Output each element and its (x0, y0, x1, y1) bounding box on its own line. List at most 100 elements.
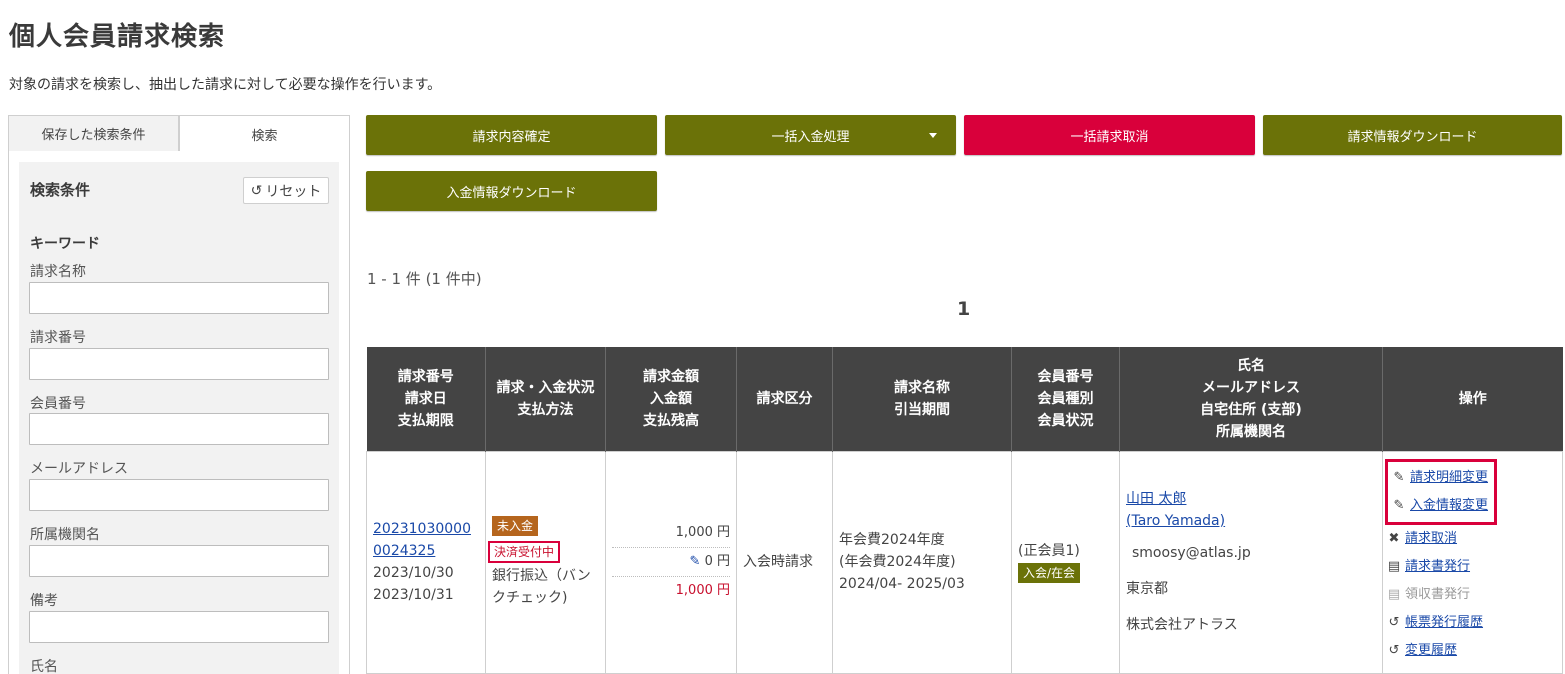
member-type: (正会員1) (1018, 543, 1080, 559)
field-label-name: 氏名 (30, 659, 58, 674)
tab-saved-conditions[interactable]: 保存した検索条件 (8, 115, 179, 152)
bulk-cancel-button[interactable]: 一括請求取消 (964, 115, 1255, 155)
invoice-category: 入会時請求 (743, 554, 813, 570)
header-text: 支払期限 (397, 412, 454, 429)
invoice-number-part2: 0024325 (373, 543, 436, 559)
header-text: メールアドレス (1202, 379, 1300, 396)
field-label-invoice-number: 請求番号 (30, 330, 86, 346)
header-text: 請求名称 (894, 379, 950, 396)
page-title: 個人会員請求検索 (9, 22, 226, 52)
organization-input[interactable] (29, 545, 329, 577)
settlement-status-badge: 決済受付中 (488, 541, 561, 563)
op-change-history[interactable]: ↺ 変更履歴 (1387, 637, 1556, 665)
bulk-payment-label: 一括入金処理 (771, 129, 850, 145)
table-header-row: 請求番号 請求日 支払期限 請求・入金状況 支払方法 請求金額 入金額 支払残高… (366, 347, 1563, 451)
op-label[interactable]: 変更履歴 (1405, 640, 1457, 662)
member-number-input[interactable] (29, 413, 329, 445)
page-description: 対象の請求を検索し、抽出した請求に対して必要な操作を行います。 (9, 77, 442, 93)
header-member: 会員番号 会員種別 会員状況 (1011, 347, 1120, 451)
header-status: 請求・入金状況 支払方法 (485, 347, 606, 451)
cell-status: 未入金 決済受付中 銀行振込（バンクチェック) (485, 450, 606, 674)
field-label-member-number: 会員番号 (30, 396, 86, 412)
history-icon: ↺ (1388, 615, 1400, 630)
op-label[interactable]: 請求書発行 (1405, 556, 1470, 578)
highlight-box: ✎ 請求明細変更 ✎ 入金情報変更 (1385, 459, 1498, 525)
op-issue-invoice[interactable]: ▤ 請求書発行 (1387, 553, 1556, 581)
cell-invoice-name: 年会費2024年度 (年会費2024年度) 2024/04- 2025/03 (832, 450, 1012, 674)
header-text: 支払残高 (643, 412, 699, 429)
results-table: 請求番号 請求日 支払期限 請求・入金状況 支払方法 請求金額 入金額 支払残高… (366, 347, 1563, 674)
search-conditions-heading: 検索条件 (30, 181, 91, 199)
cell-category: 入会時請求 (736, 450, 833, 674)
person-name-link[interactable]: 山田 太郎 (Taro Yamada) (1126, 488, 1376, 532)
op-label[interactable]: 帳票発行履歴 (1405, 612, 1483, 634)
header-text: 入金額 (650, 390, 692, 407)
cell-amounts: 1,000 円 ✎ 0 円 1,000 円 (605, 450, 737, 674)
header-text: 操作 (1458, 390, 1487, 407)
pencil-icon: ✎ (1393, 470, 1405, 485)
cell-person: 山田 太郎 (Taro Yamada) smoosy@atlas.jp 東京都 … (1119, 450, 1383, 674)
member-status-badge: 入会/在会 (1018, 563, 1081, 583)
header-text: 会員番号 (1037, 368, 1094, 385)
caret-down-icon (929, 133, 937, 138)
x-icon: ✖ (1388, 531, 1400, 546)
op-label[interactable]: 請求明細変更 (1410, 467, 1488, 489)
reset-label: リセット (265, 183, 322, 200)
person-name: 山田 太郎 (1126, 491, 1187, 507)
invoice-download-button[interactable]: 請求情報ダウンロード (1263, 115, 1562, 155)
invoice-name: 年会費2024年度 (839, 532, 945, 548)
cell-member: (正会員1) 入会/在会 (1011, 450, 1120, 674)
field-label-remarks: 備考 (30, 593, 58, 609)
amount-billed: 1,000 円 (612, 519, 730, 548)
allocation-period: 2024/04- 2025/03 (839, 576, 965, 592)
invoice-number-link[interactable]: 20231030000 0024325 (373, 521, 471, 559)
payment-download-button[interactable]: 入金情報ダウンロード (366, 171, 657, 211)
field-label-organization: 所属機関名 (30, 527, 100, 543)
pagination-current-page[interactable]: 1 (957, 298, 970, 320)
header-text: 請求区分 (756, 390, 813, 407)
invoice-name-sub: (年会費2024年度) (839, 554, 956, 570)
op-edit-payment-info[interactable]: ✎ 入金情報変更 (1392, 492, 1488, 520)
result-count: 1 - 1 件 (1 件中) (367, 270, 482, 288)
invoice-number-input[interactable] (29, 348, 329, 380)
op-document-history[interactable]: ↺ 帳票発行履歴 (1387, 609, 1556, 637)
person-name-en: (Taro Yamada) (1126, 513, 1226, 529)
table-row: 20231030000 0024325 2023/10/30 2023/10/3… (366, 450, 1563, 674)
payment-method: 銀行振込（バンクチェック) (492, 568, 591, 606)
invoice-number-part1: 20231030000 (373, 521, 471, 537)
pencil-icon: ✎ (1393, 498, 1405, 513)
email-input[interactable] (29, 479, 329, 511)
header-operations: 操作 (1382, 347, 1563, 451)
reset-button[interactable]: ↺ リセット (243, 177, 329, 204)
header-amounts: 請求金額 入金額 支払残高 (605, 347, 737, 451)
field-label-email: メールアドレス (30, 461, 128, 477)
header-person: 氏名 メールアドレス 自宅住所 (支部) 所属機関名 (1119, 347, 1383, 451)
cell-operations: ✎ 請求明細変更 ✎ 入金情報変更 ✖ 請求取消 ▤ 請求書発行 ▤ 領収書発行… (1382, 450, 1563, 674)
header-category: 請求区分 (736, 347, 833, 451)
document-icon: ▤ (1387, 587, 1401, 602)
remarks-input[interactable] (29, 611, 329, 643)
header-text: 会員状況 (1037, 412, 1094, 429)
person-address: 東京都 (1126, 581, 1168, 597)
person-organization: 株式会社アトラス (1126, 617, 1238, 633)
header-invoice: 請求番号 請求日 支払期限 (366, 347, 486, 451)
header-text: 自宅住所 (支部) (1200, 401, 1302, 418)
person-email: smoosy@atlas.jp (1132, 545, 1251, 561)
tab-search[interactable]: 検索 (179, 115, 350, 152)
header-text: 請求金額 (643, 368, 699, 385)
op-label[interactable]: 入金情報変更 (1410, 495, 1488, 517)
reset-icon: ↺ (250, 182, 263, 199)
op-edit-invoice-details[interactable]: ✎ 請求明細変更 (1392, 464, 1488, 492)
due-date: 2023/10/31 (373, 587, 454, 603)
amount-paid: 0 円 (704, 554, 730, 569)
field-label-invoice-name: 請求名称 (30, 264, 86, 280)
cell-invoice: 20231030000 0024325 2023/10/30 2023/10/3… (366, 450, 486, 674)
confirm-invoice-button[interactable]: 請求内容確定 (366, 115, 657, 155)
op-cancel-invoice[interactable]: ✖ 請求取消 (1387, 525, 1556, 553)
header-text: 引当期間 (894, 401, 950, 418)
bulk-payment-button[interactable]: 一括入金処理 (665, 115, 956, 155)
unpaid-badge: 未入金 (492, 516, 539, 536)
invoice-name-input[interactable] (29, 282, 329, 314)
pencil-icon[interactable]: ✎ (690, 554, 701, 569)
op-label[interactable]: 請求取消 (1405, 528, 1457, 550)
